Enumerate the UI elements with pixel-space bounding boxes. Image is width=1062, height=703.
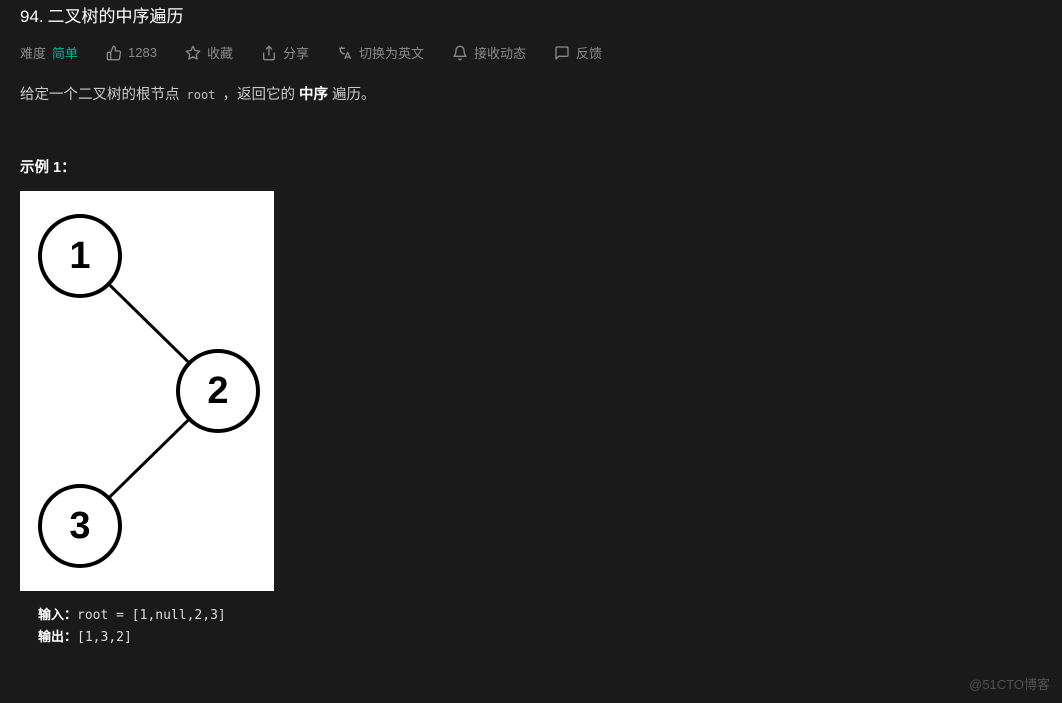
problem-title: 二叉树的中序遍历: [48, 7, 184, 26]
subscribe-button[interactable]: 接收动态: [452, 43, 526, 62]
tree-edge: [109, 419, 190, 498]
tree-edge: [109, 284, 190, 363]
watermark: @51CTO博客: [969, 674, 1050, 693]
example-label: 示例 1：: [20, 156, 1042, 177]
thumbs-up-icon: [106, 45, 122, 61]
tree-node-label: 1: [69, 235, 90, 277]
desc-bold: 中序: [299, 87, 328, 103]
difficulty: 难度 简单: [20, 43, 78, 62]
problem-title-row: 94. 二叉树的中序遍历: [20, 0, 1042, 43]
favorite-label: 收藏: [207, 43, 233, 62]
bell-icon: [452, 45, 468, 61]
input-label: 输入：: [38, 608, 77, 623]
desc-mid1: ，返回它的: [218, 87, 299, 103]
tree-node-label: 2: [207, 370, 228, 412]
desc-code: root: [184, 88, 219, 102]
desc-mid2: 遍历。: [328, 87, 376, 103]
tree-diagram: 1 2 3: [20, 191, 274, 591]
output-value: [1,3,2]: [77, 630, 132, 645]
input-line: 输入：root = [1,null,2,3]: [38, 605, 1042, 627]
like-count: 1283: [128, 45, 157, 60]
share-button[interactable]: 分享: [261, 43, 309, 62]
problem-number: 94.: [20, 7, 44, 26]
feedback-label: 反馈: [576, 43, 602, 62]
feedback-button[interactable]: 反馈: [554, 43, 602, 62]
favorite-button[interactable]: 收藏: [185, 43, 233, 62]
switch-lang-button[interactable]: 切换为英文: [337, 43, 424, 62]
share-label: 分享: [283, 43, 309, 62]
tree-node-label: 3: [69, 505, 90, 547]
meta-toolbar: 难度 简单 1283 收藏 分享 切换为英文: [20, 43, 1042, 82]
difficulty-value: 简单: [52, 43, 78, 62]
message-icon: [554, 45, 570, 61]
output-line: 输出：[1,3,2]: [38, 627, 1042, 649]
tree-svg: 1 2 3: [20, 191, 274, 591]
translate-icon: [337, 45, 353, 61]
problem-description: 给定一个二叉树的根节点 root ，返回它的 中序 遍历。: [20, 82, 1042, 110]
example-io: 输入：root = [1,null,2,3] 输出：[1,3,2]: [20, 605, 1042, 649]
desc-pre: 给定一个二叉树的根节点: [20, 87, 184, 103]
like-button[interactable]: 1283: [106, 45, 157, 61]
difficulty-label: 难度: [20, 43, 46, 62]
output-label: 输出：: [38, 630, 77, 645]
share-icon: [261, 45, 277, 61]
subscribe-label: 接收动态: [474, 43, 526, 62]
input-value: root = [1,null,2,3]: [77, 608, 226, 623]
star-icon: [185, 45, 201, 61]
switch-lang-label: 切换为英文: [359, 43, 424, 62]
